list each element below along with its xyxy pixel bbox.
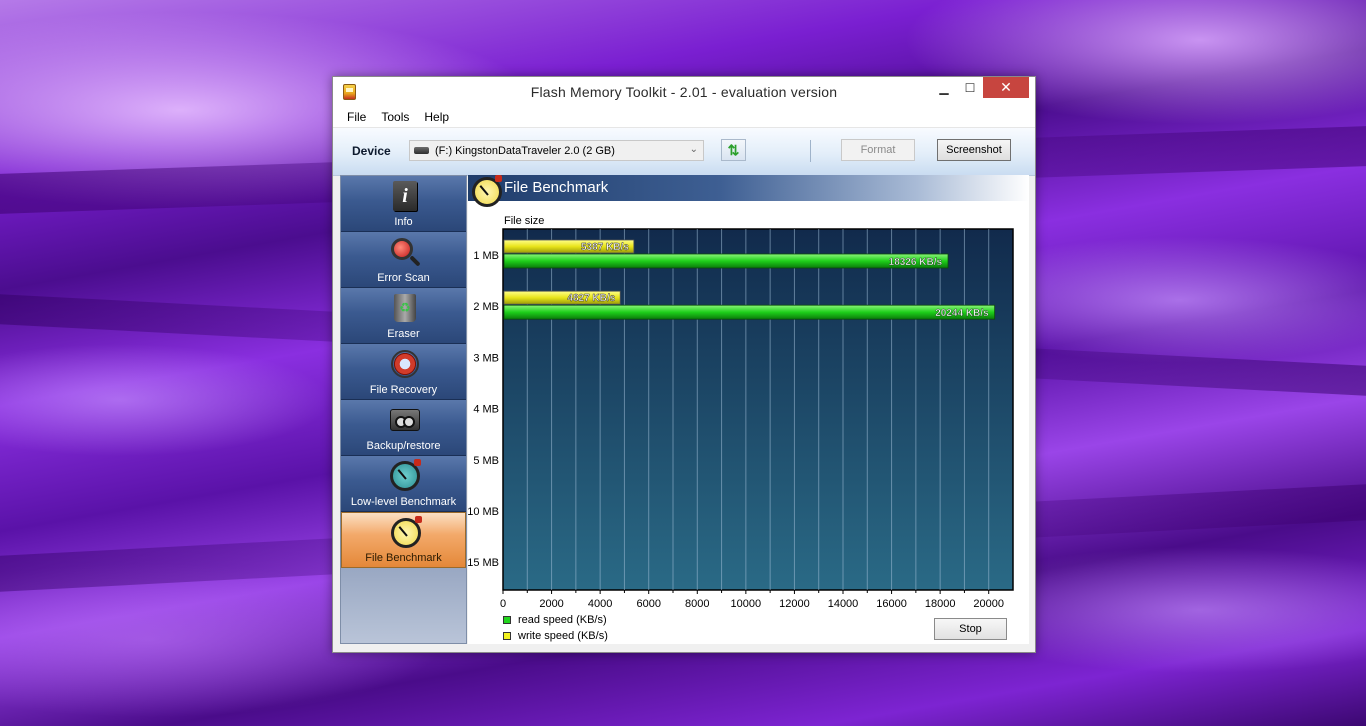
legend-swatch-read <box>503 616 511 624</box>
legend-label-read: read speed (KB/s) <box>518 614 607 626</box>
y-tick-label: 5 MB <box>473 455 499 467</box>
sidebar-item-label: Error Scan <box>377 272 430 284</box>
plot-area <box>502 228 1014 591</box>
magnifier-icon <box>391 238 413 260</box>
y-tick-label: 10 MB <box>468 506 499 518</box>
menu-file[interactable]: File <box>339 110 373 124</box>
legend-item-write: write speed (KB/s) <box>503 628 608 644</box>
legend-swatch-write <box>503 632 511 640</box>
lifebuoy-icon <box>391 350 419 378</box>
x-tick-label: 18000 <box>925 598 956 610</box>
sidebar-item-file-benchmark[interactable]: File Benchmark <box>341 512 466 568</box>
device-toolbar: Device (F:) KingstonDataTraveler 2.0 (2 … <box>333 128 1035 176</box>
read-speed-label: 20244 KB/s <box>935 308 989 319</box>
recycle-bin-icon: ♻ <box>394 294 416 322</box>
read-speed-label: 18326 KB/s <box>889 257 943 268</box>
y-tick-label: 2 MB <box>473 301 499 313</box>
x-tick-label: 14000 <box>828 598 859 610</box>
benchmark-chart: 0 2000 4000 6000 8000 10000 12000 14000 16000 180… <box>468 228 1014 610</box>
x-tick-label: 8000 <box>685 598 709 610</box>
maximize-button[interactable]: ☐ <box>957 77 983 98</box>
screenshot-button[interactable]: Screenshot <box>937 139 1011 161</box>
write-speed-label: 5387 KB/s <box>581 242 629 253</box>
window-title: Flash Memory Toolkit - 2.01 - evaluation… <box>530 84 838 100</box>
sidebar-item-low-level-benchmark[interactable]: Low-level Benchmark <box>341 456 466 512</box>
device-dropdown-value: (F:) KingstonDataTraveler 2.0 (2 GB) <box>435 144 615 157</box>
chart-legend: read speed (KB/s) write speed (KB/s) <box>503 612 608 644</box>
file-benchmark-panel: File Benchmark File size 0 2000 4000 6000 80… <box>468 175 1029 644</box>
device-dropdown[interactable]: (F:) KingstonDataTraveler 2.0 (2 GB) ⌄ <box>409 140 704 161</box>
refresh-devices-button[interactable]: ⇅ <box>721 139 746 161</box>
sidebar-item-error-scan[interactable]: Error Scan <box>341 232 466 288</box>
sidebar-item-label: Low-level Benchmark <box>350 496 457 508</box>
stopwatch-icon <box>472 175 502 207</box>
device-label: Device <box>352 144 391 158</box>
title-bar[interactable]: Flash Memory Toolkit - 2.01 - evaluation… <box>333 77 1035 107</box>
sidebar-item-label: File Benchmark <box>365 552 442 564</box>
format-button[interactable]: Format <box>841 139 915 161</box>
read-speed-bar <box>503 304 996 320</box>
refresh-icon: ⇅ <box>727 141 740 158</box>
legend-label-write: write speed (KB/s) <box>518 630 608 642</box>
menu-help[interactable]: Help <box>416 110 456 124</box>
stopwatch-icon <box>391 516 422 548</box>
app-window: Flash Memory Toolkit - 2.01 - evaluation… <box>332 76 1036 653</box>
menu-tools[interactable]: Tools <box>373 110 416 124</box>
chevron-down-icon: ⌄ <box>689 144 698 155</box>
y-tick-label: 4 MB <box>473 404 499 416</box>
legend-item-read: read speed (KB/s) <box>503 612 608 628</box>
sidebar-item-info[interactable]: i Info <box>341 176 466 232</box>
info-icon: i <box>393 181 417 211</box>
y-tick-label: 15 MB <box>468 557 499 569</box>
x-tick-label: 20000 <box>973 598 1004 610</box>
y-tick-label: 1 MB <box>473 250 499 262</box>
x-tick-label: 2000 <box>539 598 563 610</box>
x-tick-label: 12000 <box>779 598 810 610</box>
menu-bar: File Tools Help <box>333 107 1035 128</box>
sidebar-item-label: Info <box>394 216 413 228</box>
close-button[interactable]: ✕ <box>983 77 1029 98</box>
minimize-button[interactable]: ▁ <box>931 77 957 98</box>
read-speed-bar <box>503 253 949 269</box>
x-tick-label: 0 <box>500 598 506 610</box>
toolbar-separator <box>810 140 811 162</box>
app-icon[interactable] <box>343 84 356 100</box>
sidebar-item-label: File Recovery <box>369 384 438 396</box>
sidebar-item-label: Backup/restore <box>366 440 441 452</box>
sidebar-item-file-recovery[interactable]: File Recovery <box>341 344 466 400</box>
write-speed-label: 4827 KB/s <box>567 293 615 304</box>
drive-icon <box>414 147 429 154</box>
x-tick-label: 6000 <box>636 598 660 610</box>
stop-button[interactable]: Stop <box>934 618 1007 640</box>
sidebar-item-backup-restore[interactable]: Backup/restore <box>341 400 466 456</box>
y-tick-label: 3 MB <box>473 352 499 364</box>
stopwatch-icon <box>390 459 421 491</box>
tape-icon <box>390 409 420 431</box>
sidebar: i Info Error Scan ♻ Eraser File Recovery… <box>340 175 467 644</box>
x-tick-label: 4000 <box>588 598 612 610</box>
sidebar-item-label: Eraser <box>387 328 420 340</box>
window-controls: ▁ ☐ ✕ <box>931 77 1029 98</box>
x-tick-label: 10000 <box>731 598 762 610</box>
sidebar-item-eraser[interactable]: ♻ Eraser <box>341 288 466 344</box>
x-tick-label: 16000 <box>876 598 907 610</box>
